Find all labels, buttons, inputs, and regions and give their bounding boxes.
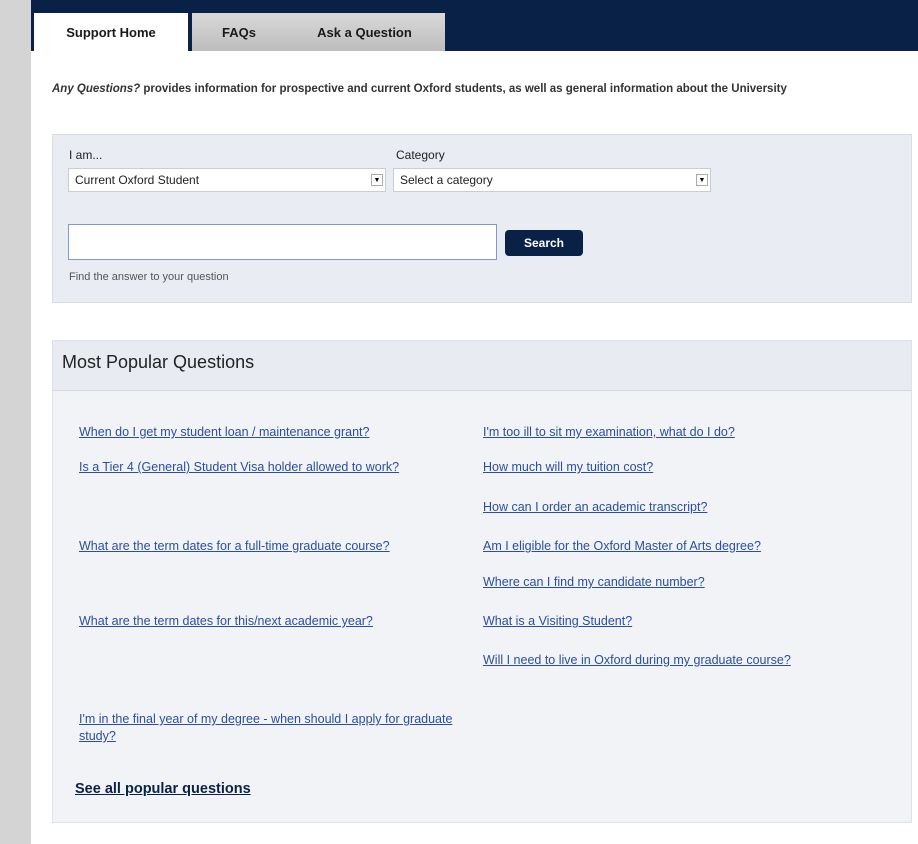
popular-questions-title: Most Popular Questions bbox=[62, 352, 255, 372]
i-am-label: I am... bbox=[69, 148, 103, 162]
popular-question-link[interactable]: What is a Visiting Student? bbox=[483, 613, 903, 630]
popular-question-link[interactable]: Where can I find my candidate number? bbox=[483, 574, 903, 591]
i-am-selected-value: Current Oxford Student bbox=[75, 173, 200, 187]
popular-questions-header: Most Popular Questions bbox=[53, 341, 911, 391]
intro-body: provides information for prospective and… bbox=[140, 83, 787, 95]
intro-text: Any Questions? provides information for … bbox=[52, 80, 918, 99]
popular-question-link[interactable]: When do I get my student loan / maintena… bbox=[79, 424, 469, 441]
tab-faqs[interactable]: FAQs bbox=[192, 13, 286, 51]
popular-question-link[interactable]: How can I order an academic transcript? bbox=[483, 499, 903, 516]
page: Support Home FAQs Ask a Question Any Que… bbox=[31, 0, 918, 844]
popular-question-link[interactable]: Am I eligible for the Oxford Master of A… bbox=[483, 538, 903, 555]
tab-support-home[interactable]: Support Home bbox=[34, 13, 188, 51]
i-am-select[interactable]: Current Oxford Student ▼ bbox=[68, 168, 386, 192]
tab-ask-a-question[interactable]: Ask a Question bbox=[284, 13, 445, 51]
popular-question-link[interactable]: I'm in the final year of my degree - whe… bbox=[79, 711, 454, 745]
search-button[interactable]: Search bbox=[505, 230, 583, 256]
search-panel: I am... Current Oxford Student ▼ Categor… bbox=[52, 134, 912, 303]
popular-question-link[interactable]: What are the term dates for a full-time … bbox=[79, 538, 444, 555]
search-hint: Find the answer to your question bbox=[69, 271, 229, 283]
popular-questions-panel: Most Popular Questions When do I get my … bbox=[52, 340, 912, 823]
category-selected-value: Select a category bbox=[400, 173, 493, 187]
see-all-popular-questions-link[interactable]: See all popular questions bbox=[75, 781, 251, 797]
chevron-down-icon[interactable]: ▼ bbox=[696, 174, 708, 186]
popular-question-link[interactable]: Is a Tier 4 (General) Student Visa holde… bbox=[79, 459, 464, 476]
search-input[interactable] bbox=[69, 225, 496, 259]
popular-question-link[interactable]: I'm too ill to sit my examination, what … bbox=[483, 424, 903, 441]
popular-question-link[interactable]: How much will my tuition cost? bbox=[483, 459, 903, 476]
top-nav-bar: Support Home FAQs Ask a Question bbox=[31, 0, 918, 51]
intro-emphasis: Any Questions? bbox=[52, 83, 141, 95]
chevron-down-icon[interactable]: ▼ bbox=[371, 174, 383, 186]
category-label: Category bbox=[396, 148, 445, 162]
search-input-wrapper bbox=[68, 224, 497, 260]
popular-question-link[interactable]: What are the term dates for this/next ac… bbox=[79, 613, 434, 630]
popular-question-link[interactable]: Will I need to live in Oxford during my … bbox=[483, 652, 843, 669]
category-select[interactable]: Select a category ▼ bbox=[393, 168, 711, 192]
